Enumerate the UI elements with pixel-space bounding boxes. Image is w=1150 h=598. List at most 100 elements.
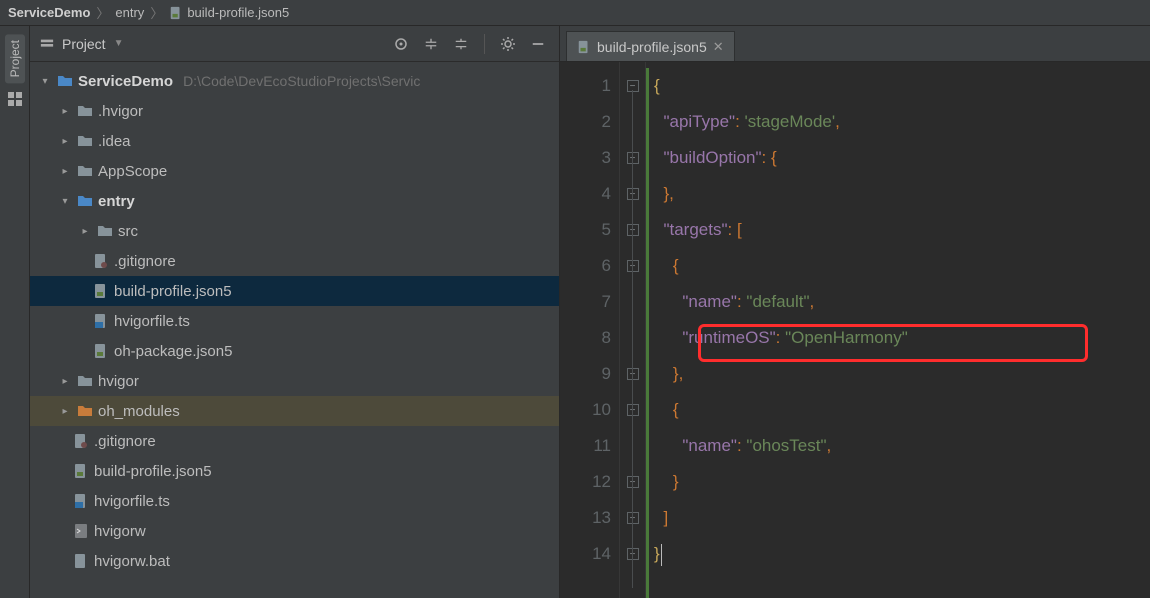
- chevron-right-icon[interactable]: ▸: [78, 226, 92, 237]
- tree-item-label: .gitignore: [94, 433, 156, 450]
- tree-item-label: hvigor: [98, 373, 139, 390]
- tree-item[interactable]: .gitignore: [30, 246, 559, 276]
- tree-item-label: .gitignore: [114, 253, 176, 270]
- separator: [484, 34, 485, 54]
- file-icon: [72, 552, 90, 570]
- tree-item[interactable]: ▸ AppScope: [30, 156, 559, 186]
- tree-item[interactable]: hvigorw: [30, 516, 559, 546]
- highlight-annotation: [698, 324, 1088, 362]
- line-number: 13: [560, 500, 611, 536]
- json-file-icon: [169, 6, 183, 20]
- line-number: 11: [560, 428, 611, 464]
- hide-panel-button[interactable]: [527, 33, 549, 55]
- collapse-all-button[interactable]: [450, 33, 472, 55]
- ts-file-icon: [92, 312, 110, 330]
- tree-item-label: hvigorw.bat: [94, 553, 170, 570]
- tree-item[interactable]: .gitignore: [30, 426, 559, 456]
- tree-item-entry[interactable]: ▾ entry: [30, 186, 559, 216]
- tree-item[interactable]: ▸ .idea: [30, 126, 559, 156]
- tree-item-label: oh-package.json5: [114, 343, 232, 360]
- chevron-right-icon: 〉: [96, 3, 109, 22]
- line-number: 6: [560, 248, 611, 284]
- chevron-right-icon[interactable]: ▸: [58, 166, 72, 177]
- tree-item-label: src: [118, 223, 138, 240]
- line-gutter: 1 2 3 4 5 6 7 8 9 10 11 12 13 14: [560, 62, 620, 598]
- change-marker: [646, 68, 649, 598]
- breadcrumb: ServiceDemo 〉 entry 〉 build-profile.json…: [0, 0, 1150, 26]
- chevron-right-icon[interactable]: ▸: [58, 376, 72, 387]
- folder-icon: [76, 162, 94, 180]
- json-file-icon: [92, 282, 110, 300]
- crumb-file[interactable]: build-profile.json5: [169, 5, 289, 20]
- tree-item-label: build-profile.json5: [114, 283, 232, 300]
- line-number: 10: [560, 392, 611, 428]
- chevron-right-icon: 〉: [150, 3, 163, 22]
- tree-item-label: oh_modules: [98, 403, 180, 420]
- folder-icon: [76, 102, 94, 120]
- line-number: 2: [560, 104, 611, 140]
- line-number: 5: [560, 212, 611, 248]
- line-number: 12: [560, 464, 611, 500]
- editor-tab[interactable]: build-profile.json5 ✕: [566, 31, 735, 61]
- line-number: 8: [560, 320, 611, 356]
- tree-item[interactable]: hvigorfile.ts: [30, 486, 559, 516]
- tree-item[interactable]: build-profile.json5: [30, 456, 559, 486]
- tree-item-selected[interactable]: build-profile.json5: [30, 276, 559, 306]
- ts-file-icon: [72, 492, 90, 510]
- tree-item[interactable]: ▸ hvigor: [30, 366, 559, 396]
- tree-item[interactable]: hvigorw.bat: [30, 546, 559, 576]
- tree-root-label: ServiceDemo: [78, 73, 173, 90]
- crumb-file-label: build-profile.json5: [187, 5, 289, 20]
- editor-area: build-profile.json5 ✕ 1 2 3 4 5 6 7 8 9 …: [560, 26, 1150, 598]
- tree-item[interactable]: ▸ src: [30, 216, 559, 246]
- chevron-right-icon[interactable]: ▸: [58, 106, 72, 117]
- line-number: 3: [560, 140, 611, 176]
- editor-tabs: build-profile.json5 ✕: [560, 26, 1150, 62]
- code-content[interactable]: { "apiType": 'stageMode', "buildOption":…: [646, 62, 1150, 598]
- code-editor[interactable]: 1 2 3 4 5 6 7 8 9 10 11 12 13 14: [560, 62, 1150, 598]
- chevron-down-icon[interactable]: ▼: [114, 38, 124, 49]
- tree-item-label: build-profile.json5: [94, 463, 212, 480]
- expand-all-button[interactable]: [420, 33, 442, 55]
- project-tool-tab[interactable]: Project: [5, 34, 25, 83]
- tree-item-label: .hvigor: [98, 103, 143, 120]
- tree-item[interactable]: hvigorfile.ts: [30, 306, 559, 336]
- file-icon: [92, 252, 110, 270]
- tree-root[interactable]: ▾ ServiceDemo D:\Code\DevEcoStudioProjec…: [30, 66, 559, 96]
- structure-icon[interactable]: [7, 91, 23, 107]
- chevron-down-icon[interactable]: ▾: [38, 76, 52, 87]
- tree-item[interactable]: ▸ oh_modules: [30, 396, 559, 426]
- text-caret: [661, 544, 662, 566]
- crumb-module[interactable]: entry: [115, 5, 144, 20]
- fold-gutter: − − − − − − − − − −: [620, 62, 646, 598]
- project-panel: Project ▼ ▾ ServiceDemo D:\Code\DevEcoSt…: [30, 26, 560, 598]
- chevron-right-icon[interactable]: ▸: [58, 136, 72, 147]
- line-number: 4: [560, 176, 611, 212]
- panel-icon: [40, 37, 54, 51]
- select-open-file-button[interactable]: [390, 33, 412, 55]
- json-file-icon: [92, 342, 110, 360]
- line-number: 9: [560, 356, 611, 392]
- folder-icon: [76, 372, 94, 390]
- line-number: 7: [560, 284, 611, 320]
- panel-title[interactable]: Project: [62, 36, 106, 52]
- chevron-down-icon[interactable]: ▾: [58, 196, 72, 207]
- tool-window-bar: Project: [0, 26, 30, 598]
- tree-root-path: D:\Code\DevEcoStudioProjects\Servic: [183, 73, 420, 89]
- project-panel-header: Project ▼: [30, 26, 559, 62]
- project-folder-icon: [56, 72, 74, 90]
- line-number: 14: [560, 536, 611, 572]
- settings-button[interactable]: [497, 33, 519, 55]
- tree-item-label: hvigorfile.ts: [114, 313, 190, 330]
- tree-item-label: .idea: [98, 133, 131, 150]
- chevron-right-icon[interactable]: ▸: [58, 406, 72, 417]
- tree-item-label: entry: [98, 193, 135, 210]
- script-file-icon: [72, 522, 90, 540]
- tree-item[interactable]: ▸ .hvigor: [30, 96, 559, 126]
- close-icon[interactable]: ✕: [713, 39, 724, 55]
- crumb-project[interactable]: ServiceDemo: [8, 5, 90, 20]
- folder-icon: [96, 222, 114, 240]
- module-folder-icon: [76, 192, 94, 210]
- tree-item[interactable]: oh-package.json5: [30, 336, 559, 366]
- project-tree[interactable]: ▾ ServiceDemo D:\Code\DevEcoStudioProjec…: [30, 62, 559, 598]
